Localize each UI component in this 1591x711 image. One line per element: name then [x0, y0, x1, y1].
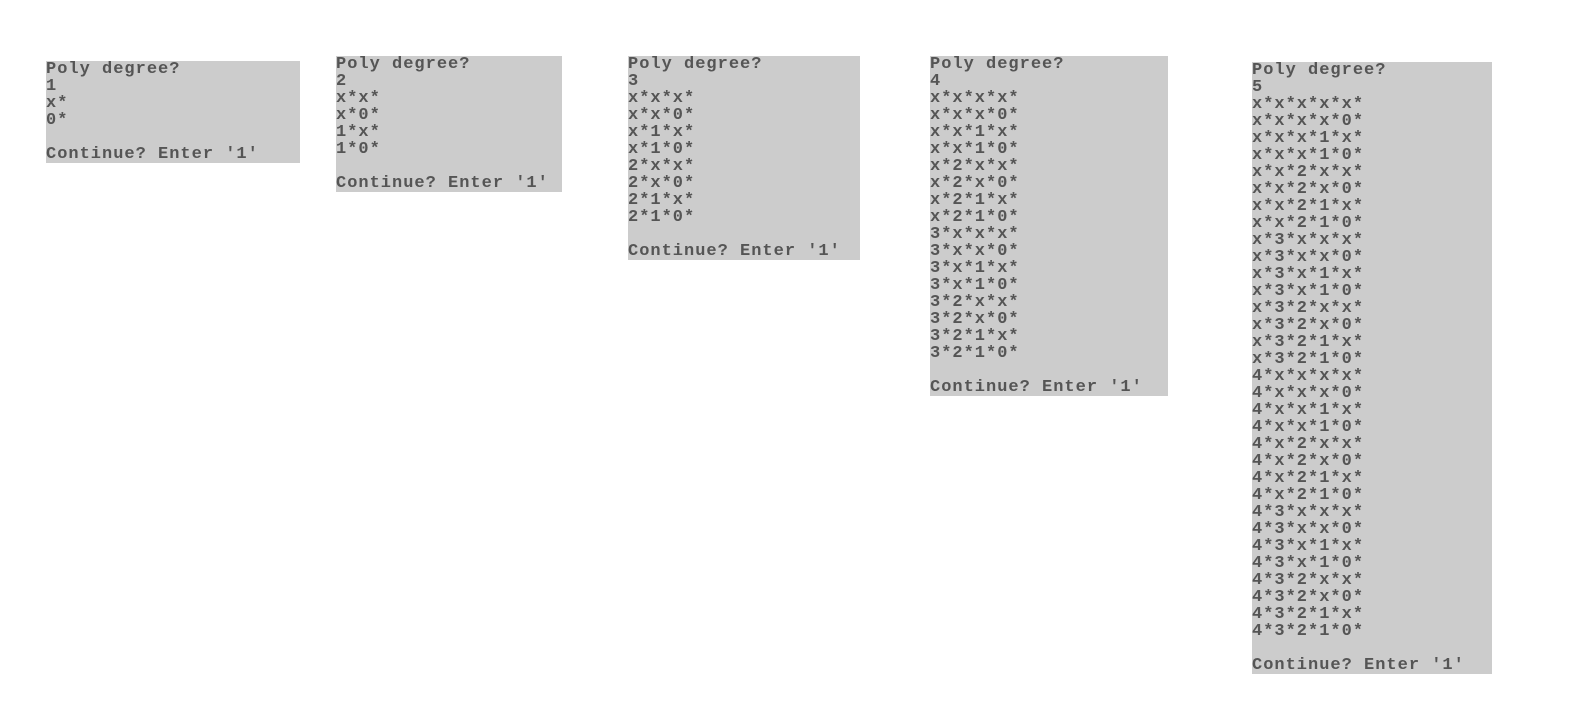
prompt-line: Poly degree?	[1252, 62, 1492, 79]
terminal-output-3: Poly degree?3x*x*x*x*x*0*x*1*x*x*1*0*2*x…	[628, 56, 860, 260]
output-line: x*x*2*1*0*	[1252, 215, 1492, 232]
output-line: 4*3*2*1*x*	[1252, 606, 1492, 623]
output-line: 4*x*x*1*0*	[1252, 419, 1492, 436]
degree-line: 3	[628, 73, 860, 90]
continue-line: Continue? Enter '1'	[628, 243, 860, 260]
terminal-output-1: Poly degree?1x*0* Continue? Enter '1'	[46, 61, 300, 163]
output-line: x*	[46, 95, 300, 112]
output-line: x*x*x*x*0*	[1252, 113, 1492, 130]
blank-line	[46, 129, 300, 146]
output-line: x*3*x*x*0*	[1252, 249, 1492, 266]
output-line: 4*3*x*x*0*	[1252, 521, 1492, 538]
prompt-line: Poly degree?	[46, 61, 300, 78]
output-line: x*x*	[336, 90, 562, 107]
output-line: x*1*0*	[628, 141, 860, 158]
output-line: x*2*x*x*	[930, 158, 1168, 175]
output-line: 3*2*x*x*	[930, 294, 1168, 311]
output-line: 4*x*2*1*x*	[1252, 470, 1492, 487]
output-line: x*0*	[336, 107, 562, 124]
output-line: 4*x*2*x*0*	[1252, 453, 1492, 470]
continue-line: Continue? Enter '1'	[336, 175, 562, 192]
blank-line	[628, 226, 860, 243]
output-line: 2*x*0*	[628, 175, 860, 192]
terminal-output-4: Poly degree?4x*x*x*x*x*x*x*0*x*x*1*x*x*x…	[930, 56, 1168, 396]
output-line: 3*x*1*0*	[930, 277, 1168, 294]
output-line: 3*x*x*x*	[930, 226, 1168, 243]
output-line: 1*x*	[336, 124, 562, 141]
blank-line	[336, 158, 562, 175]
output-line: 4*3*2*x*0*	[1252, 589, 1492, 606]
continue-line: Continue? Enter '1'	[46, 146, 300, 163]
output-line: x*3*x*1*0*	[1252, 283, 1492, 300]
output-line: 4*3*2*x*x*	[1252, 572, 1492, 589]
output-line: 4*3*x*1*x*	[1252, 538, 1492, 555]
output-line: 2*1*0*	[628, 209, 860, 226]
output-line: x*3*2*x*x*	[1252, 300, 1492, 317]
prompt-line: Poly degree?	[336, 56, 562, 73]
continue-line: Continue? Enter '1'	[930, 379, 1168, 396]
continue-line: Continue? Enter '1'	[1252, 657, 1492, 674]
output-line: 4*3*2*1*0*	[1252, 623, 1492, 640]
output-line: 2*1*x*	[628, 192, 860, 209]
output-line: x*x*2*x*x*	[1252, 164, 1492, 181]
prompt-line: Poly degree?	[930, 56, 1168, 73]
blank-line	[930, 362, 1168, 379]
output-line: 4*x*2*1*0*	[1252, 487, 1492, 504]
output-line: x*x*2*x*0*	[1252, 181, 1492, 198]
degree-line: 5	[1252, 79, 1492, 96]
output-line: x*x*x*	[628, 90, 860, 107]
output-line: 4*3*x*1*0*	[1252, 555, 1492, 572]
output-line: x*3*2*1*0*	[1252, 351, 1492, 368]
output-line: 0*	[46, 112, 300, 129]
degree-line: 1	[46, 78, 300, 95]
output-line: 3*x*x*0*	[930, 243, 1168, 260]
output-line: x*x*1*0*	[930, 141, 1168, 158]
output-line: x*x*2*1*x*	[1252, 198, 1492, 215]
output-line: 4*x*x*x*x*	[1252, 368, 1492, 385]
output-line: x*3*2*x*0*	[1252, 317, 1492, 334]
output-line: x*x*1*x*	[930, 124, 1168, 141]
output-line: 3*2*1*0*	[930, 345, 1168, 362]
output-line: 2*x*x*	[628, 158, 860, 175]
output-line: 4*x*2*x*x*	[1252, 436, 1492, 453]
output-line: 4*x*x*x*0*	[1252, 385, 1492, 402]
prompt-line: Poly degree?	[628, 56, 860, 73]
output-line: 4*x*x*1*x*	[1252, 402, 1492, 419]
output-line: x*x*x*x*	[930, 90, 1168, 107]
blank-line	[1252, 640, 1492, 657]
output-line: 4*3*x*x*x*	[1252, 504, 1492, 521]
output-line: x*2*x*0*	[930, 175, 1168, 192]
output-line: x*x*x*1*x*	[1252, 130, 1492, 147]
output-line: x*1*x*	[628, 124, 860, 141]
terminal-output-5: Poly degree?5x*x*x*x*x*x*x*x*x*0*x*x*x*1…	[1252, 62, 1492, 674]
output-line: x*x*x*x*x*	[1252, 96, 1492, 113]
output-line: 1*0*	[336, 141, 562, 158]
output-line: 3*2*x*0*	[930, 311, 1168, 328]
output-line: x*x*x*1*0*	[1252, 147, 1492, 164]
output-line: x*3*x*1*x*	[1252, 266, 1492, 283]
output-line: x*3*x*x*x*	[1252, 232, 1492, 249]
terminal-output-2: Poly degree?2x*x*x*0*1*x*1*0* Continue? …	[336, 56, 562, 192]
output-line: 3*2*1*x*	[930, 328, 1168, 345]
output-line: x*x*x*0*	[930, 107, 1168, 124]
output-line: x*x*0*	[628, 107, 860, 124]
degree-line: 2	[336, 73, 562, 90]
output-line: 3*x*1*x*	[930, 260, 1168, 277]
output-line: x*2*1*x*	[930, 192, 1168, 209]
degree-line: 4	[930, 73, 1168, 90]
output-line: x*3*2*1*x*	[1252, 334, 1492, 351]
output-line: x*2*1*0*	[930, 209, 1168, 226]
